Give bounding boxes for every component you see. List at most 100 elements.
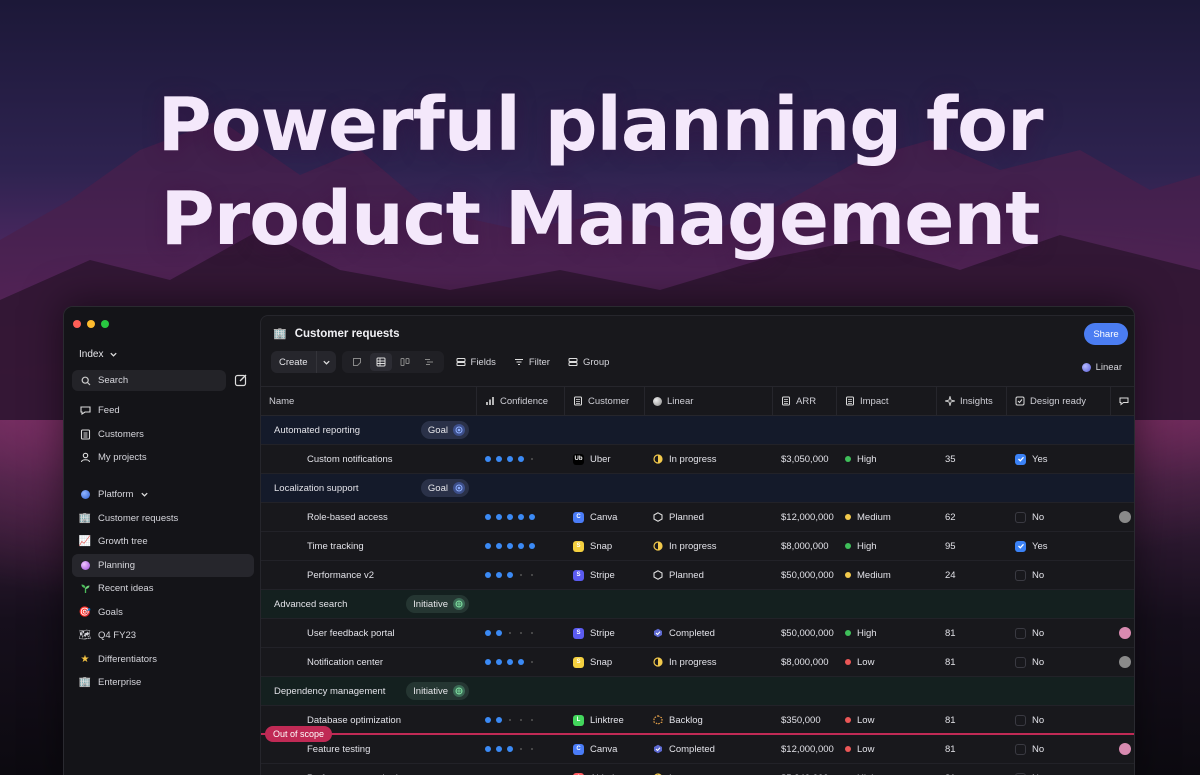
sidebar-item-my-projects[interactable]: My projects	[72, 446, 254, 470]
confidence-cell[interactable]	[477, 503, 565, 531]
sidebar-item-differentiators[interactable]: ★ Differentiators	[72, 648, 254, 672]
group-row[interactable]: Advanced search Initiative	[261, 590, 1134, 619]
confidence-cell[interactable]	[477, 706, 565, 734]
sidebar-item-goals[interactable]: 🎯 Goals	[72, 601, 254, 625]
confidence-cell[interactable]	[477, 445, 565, 473]
avatar[interactable]	[1119, 656, 1131, 668]
linear-status-cell[interactable]: In progress	[645, 764, 773, 775]
create-button[interactable]: Create	[271, 351, 316, 373]
linear-integration[interactable]: Linear	[1081, 362, 1122, 373]
sidebar-item-enterprise[interactable]: 🏢 Enterprise	[72, 671, 254, 695]
customer-cell[interactable]: Ub Uber	[565, 445, 645, 473]
design-ready-cell[interactable]: No	[1007, 503, 1111, 531]
customer-cell[interactable]: C Canva	[565, 735, 645, 763]
close-window-button[interactable]	[73, 320, 81, 328]
view-table-icon[interactable]	[369, 353, 392, 371]
impact-cell[interactable]: High	[837, 619, 937, 647]
column-header-more[interactable]	[1111, 387, 1134, 415]
out-of-scope-divider[interactable]	[261, 733, 1134, 735]
design-ready-cell[interactable]: No	[1007, 764, 1111, 775]
view-timeline-icon[interactable]	[418, 353, 440, 371]
impact-cell[interactable]: Low	[837, 706, 937, 734]
initiative-badge[interactable]: Initiative	[406, 682, 469, 700]
design-ready-cell[interactable]: No	[1007, 706, 1111, 734]
avatar[interactable]	[1119, 743, 1131, 755]
minimize-window-button[interactable]	[87, 320, 95, 328]
design-ready-checkbox[interactable]	[1015, 656, 1026, 668]
goal-badge[interactable]: Goal	[420, 479, 469, 497]
compose-icon[interactable]	[234, 373, 248, 387]
column-header-design-ready[interactable]: Design ready	[1007, 387, 1111, 415]
confidence-cell[interactable]	[477, 561, 565, 589]
column-header-confidence[interactable]: Confidence	[477, 387, 565, 415]
avatar[interactable]	[1119, 627, 1131, 639]
customer-cell[interactable]: L Linktree	[565, 706, 645, 734]
table-row[interactable]: Feature testing C Canva Completed $12,000…	[261, 735, 1134, 764]
linear-status-cell[interactable]: In progress	[645, 532, 773, 560]
design-ready-cell[interactable]: Yes	[1007, 445, 1111, 473]
table-row[interactable]: Performance v2 S Stripe Planned $50,000,0…	[261, 561, 1134, 590]
share-button[interactable]: Share	[1084, 323, 1128, 345]
sidebar-item-q4-fy23[interactable]: 🗺 Q4 FY23	[72, 624, 254, 648]
sidebar-item-growth-tree[interactable]: 📈 Growth tree	[72, 530, 254, 554]
goal-badge[interactable]: Goal	[420, 421, 469, 439]
maximize-window-button[interactable]	[101, 320, 109, 328]
column-header-linear[interactable]: Linear	[645, 387, 773, 415]
confidence-cell[interactable]	[477, 619, 565, 647]
table-row[interactable]: Notification center S Snap In progress $8…	[261, 648, 1134, 677]
team-header-platform[interactable]: Platform	[72, 483, 254, 507]
column-header-arr[interactable]: ARR	[773, 387, 837, 415]
table-row[interactable]: Time tracking S Snap In progress $8,000,0…	[261, 532, 1134, 561]
impact-cell[interactable]: Medium	[837, 561, 937, 589]
linear-status-cell[interactable]: Planned	[645, 561, 773, 589]
table-row[interactable]: Database optimization L Linktree Backlog …	[261, 706, 1134, 735]
avatar[interactable]	[1119, 511, 1131, 523]
design-ready-cell[interactable]: Yes	[1007, 532, 1111, 560]
impact-cell[interactable]: Low	[837, 735, 937, 763]
design-ready-checkbox[interactable]	[1015, 540, 1026, 552]
column-header-insights[interactable]: Insights	[937, 387, 1007, 415]
workspace-switcher[interactable]: Index	[79, 349, 118, 360]
customer-cell[interactable]: S Snap	[565, 532, 645, 560]
customer-cell[interactable]: C Canva	[565, 503, 645, 531]
column-header-name[interactable]: Name	[261, 387, 477, 415]
impact-cell[interactable]: High	[837, 532, 937, 560]
table-row[interactable]: Performance monitoring AAirbnb In progre…	[261, 764, 1134, 775]
customer-cell[interactable]: AAirbnb	[565, 764, 645, 775]
sidebar-item-customer-requests[interactable]: 🏢 Customer requests	[72, 507, 254, 531]
filter-button[interactable]: Filter	[508, 357, 556, 368]
table-row[interactable]: Role-based access C Canva Planned $12,000…	[261, 503, 1134, 532]
design-ready-checkbox[interactable]	[1015, 511, 1026, 523]
confidence-cell[interactable]	[477, 735, 565, 763]
linear-status-cell[interactable]: In progress	[645, 445, 773, 473]
sidebar-item-recent-ideas[interactable]: Recent ideas	[72, 577, 254, 601]
design-ready-checkbox[interactable]	[1015, 569, 1026, 581]
linear-status-cell[interactable]: Backlog	[645, 706, 773, 734]
out-of-scope-badge[interactable]: Out of scope	[265, 726, 333, 742]
design-ready-cell[interactable]: No	[1007, 735, 1111, 763]
customer-cell[interactable]: S Stripe	[565, 561, 645, 589]
customer-cell[interactable]: S Stripe	[565, 619, 645, 647]
design-ready-checkbox[interactable]	[1015, 743, 1026, 755]
design-ready-checkbox[interactable]	[1015, 714, 1026, 726]
column-header-customer[interactable]: Customer	[565, 387, 645, 415]
view-board-icon[interactable]	[394, 353, 416, 371]
customer-cell[interactable]: S Snap	[565, 648, 645, 676]
sidebar-item-feed[interactable]: Feed	[72, 399, 254, 423]
group-row[interactable]: Dependency management Initiative	[261, 677, 1134, 706]
confidence-cell[interactable]	[477, 764, 565, 775]
design-ready-cell[interactable]: No	[1007, 648, 1111, 676]
design-ready-cell[interactable]: No	[1007, 561, 1111, 589]
design-ready-cell[interactable]: No	[1007, 619, 1111, 647]
search-button[interactable]: Search	[72, 370, 226, 391]
linear-status-cell[interactable]: In progress	[645, 648, 773, 676]
linear-status-cell[interactable]: Completed	[645, 619, 773, 647]
impact-cell[interactable]: High	[837, 445, 937, 473]
group-button[interactable]: Group	[562, 357, 615, 368]
linear-status-cell[interactable]: Completed	[645, 735, 773, 763]
sidebar-item-customers[interactable]: Customers	[72, 423, 254, 447]
impact-cell[interactable]: Low	[837, 648, 937, 676]
linear-status-cell[interactable]: Planned	[645, 503, 773, 531]
fields-button[interactable]: Fields	[450, 357, 502, 368]
impact-cell[interactable]: High	[837, 764, 937, 775]
